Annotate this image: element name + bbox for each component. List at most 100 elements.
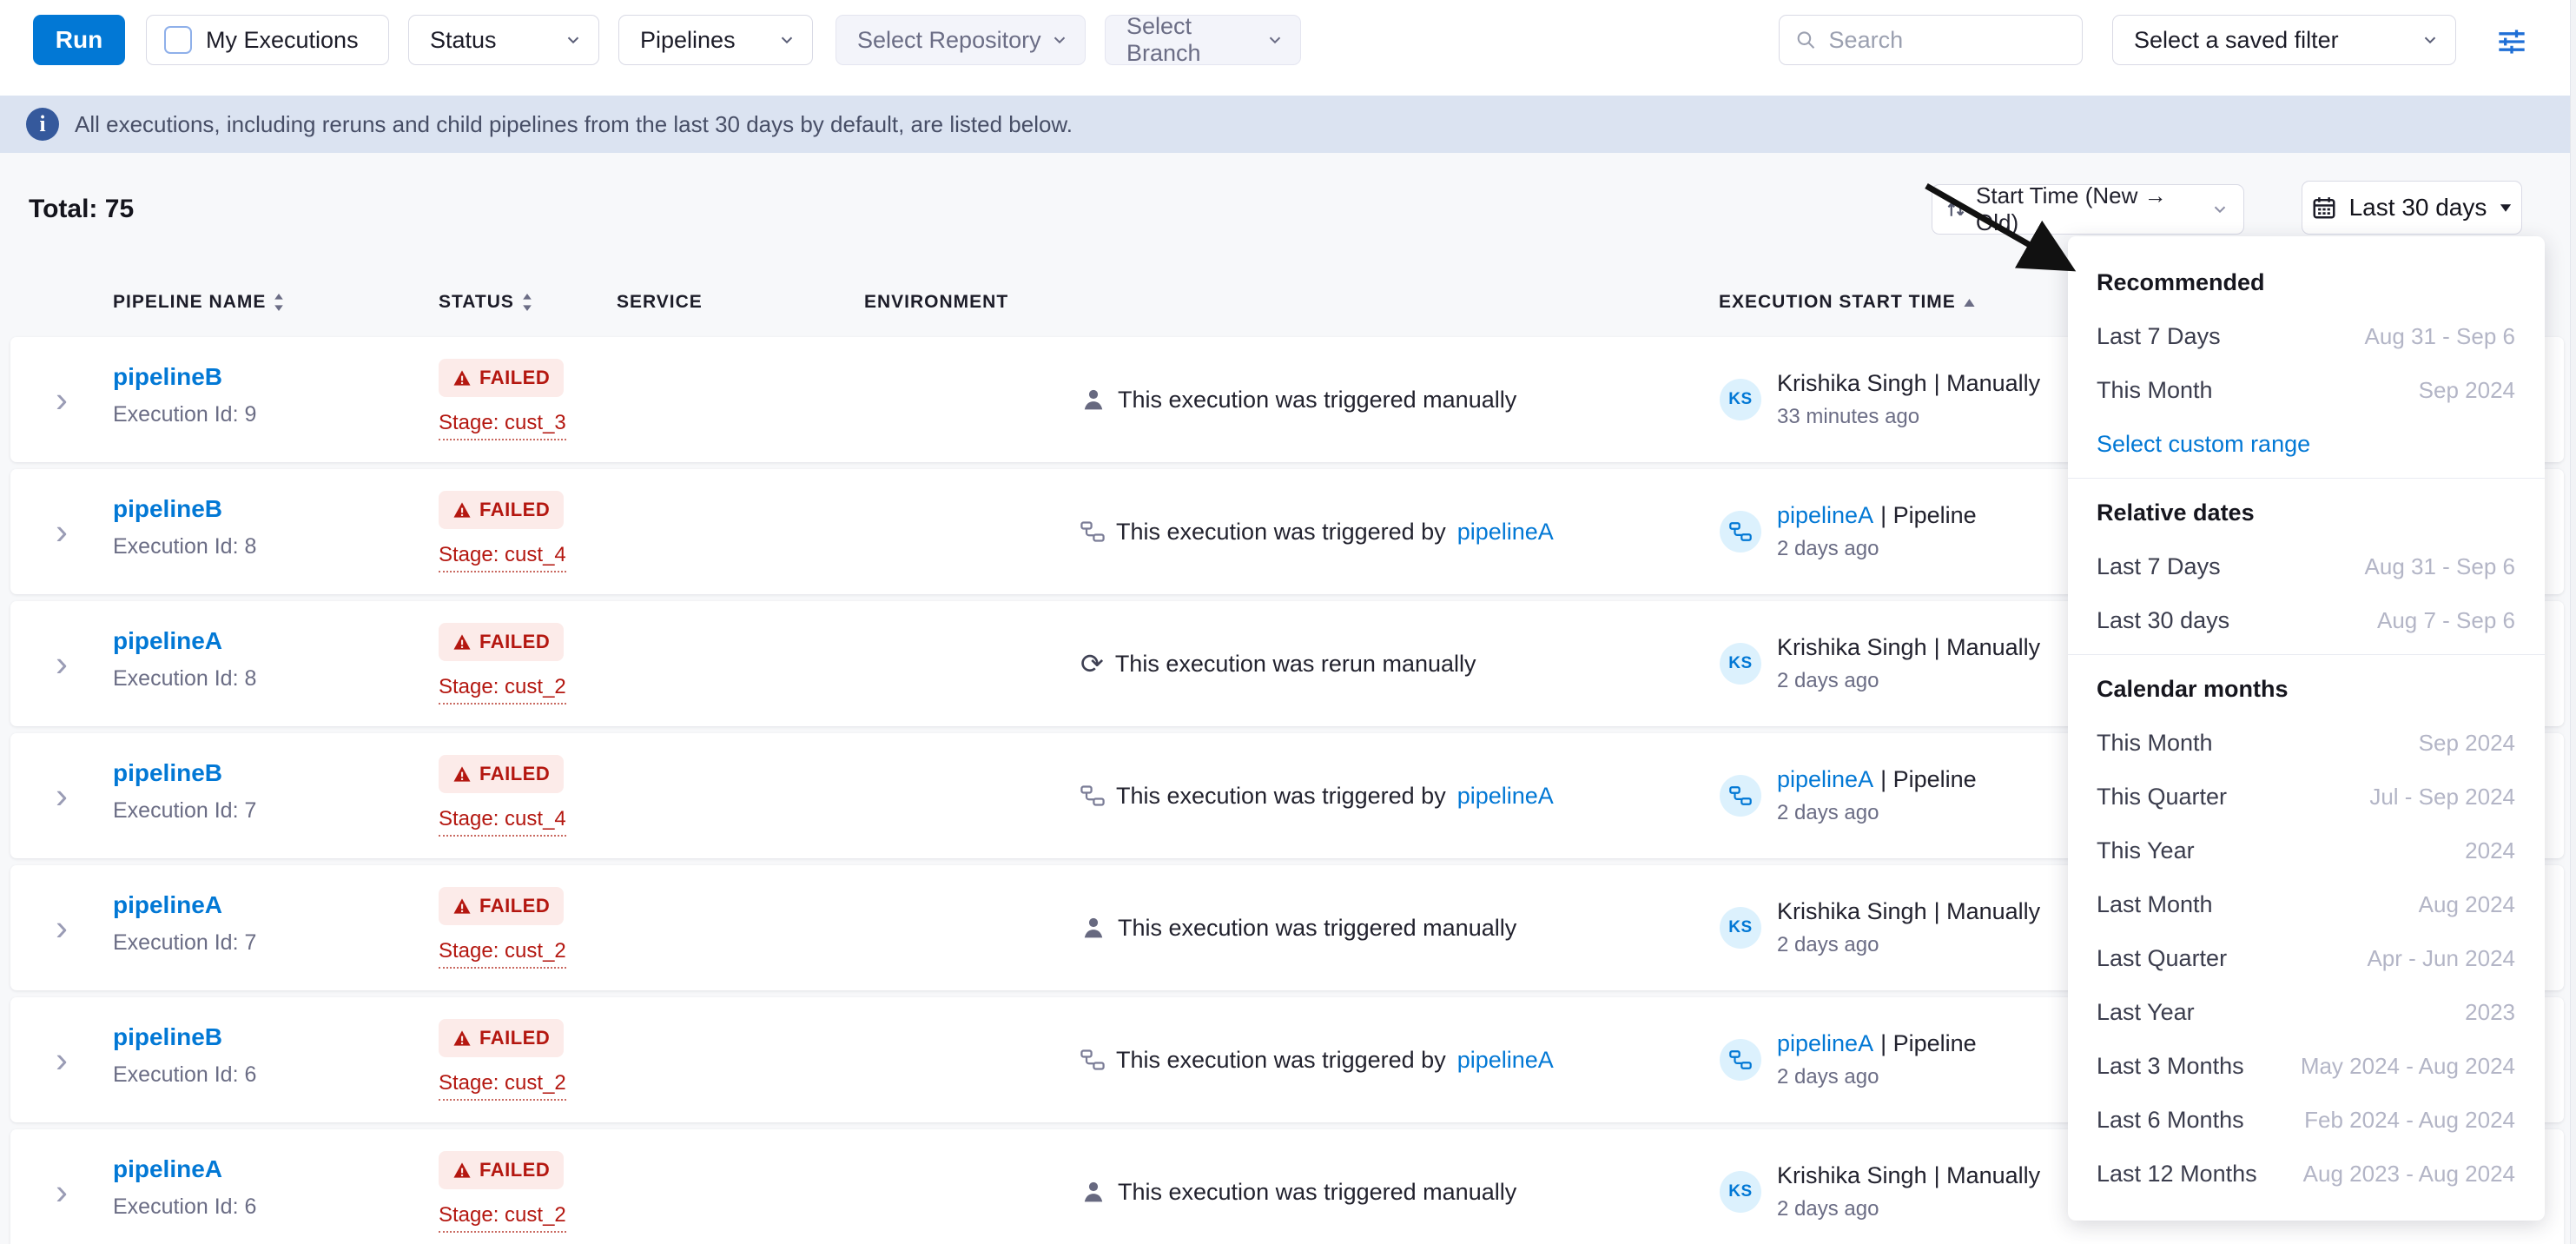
expand-chevron-icon[interactable]: › — [56, 381, 68, 418]
select-repository-dropdown[interactable]: Select Repository — [836, 15, 1086, 65]
date-menu-item[interactable]: Last 30 days Aug 7 - Sep 6 — [2068, 593, 2545, 647]
sort-dropdown[interactable]: Start Time (New → Old) — [1932, 184, 2244, 235]
pipeline-name-link[interactable]: pipelineA — [113, 1155, 222, 1182]
run-button[interactable]: Run — [33, 15, 125, 65]
date-menu-item[interactable]: Last 3 Months May 2024 - Aug 2024 — [2068, 1039, 2545, 1093]
trigger-cell: ⟳ This execution was triggered by pipeli… — [1080, 997, 1554, 1122]
warning-icon — [452, 897, 472, 915]
failed-stage-link[interactable]: Stage: cust_4 — [439, 807, 566, 837]
execution-id: Execution Id: 9 — [113, 402, 256, 427]
date-menu-item[interactable]: This Quarter Jul - Sep 2024 — [2068, 770, 2545, 824]
info-banner-text: All executions, including reruns and chi… — [75, 111, 1073, 138]
trigger-pipeline-link[interactable]: pipelineA — [1457, 1047, 1554, 1074]
starter-name-line: pipelineA | Pipeline — [1777, 1030, 1977, 1056]
failed-stage-link[interactable]: Stage: cust_3 — [439, 411, 566, 440]
select-branch-dropdown[interactable]: Select Branch — [1105, 15, 1301, 65]
trigger-cell: ⟳ This execution was triggered by pipeli… — [1080, 469, 1554, 594]
date-menu-item[interactable]: Select custom range — [2068, 417, 2545, 471]
start-time: 2 days ago — [1777, 1065, 1977, 1089]
filter-settings-button[interactable] — [2487, 19, 2536, 64]
trigger-cell: ⟳ This execution was triggered manually — [1080, 1129, 1516, 1244]
chevron-down-icon — [777, 30, 796, 50]
expand-chevron-icon[interactable]: › — [56, 910, 68, 946]
column-pipeline-name[interactable]: PIPELINE NAME — [113, 292, 285, 313]
pipeline-name-link[interactable]: pipelineA — [113, 627, 222, 654]
search-input[interactable] — [1829, 27, 2066, 54]
pipelines-filter-dropdown[interactable]: Pipelines — [618, 15, 813, 65]
start-time: 2 days ago — [1777, 801, 1977, 825]
date-menu-item[interactable]: Last 7 Days Aug 31 - Sep 6 — [2068, 309, 2545, 363]
date-range-label: Last 30 days — [2349, 194, 2487, 222]
date-menu-item-label: Last Quarter — [2097, 945, 2227, 972]
failed-stage-link[interactable]: Stage: cust_2 — [439, 675, 566, 705]
trigger-pipeline-link[interactable]: pipelineA — [1457, 783, 1554, 810]
status-cell: FAILED Stage: cust_2 — [439, 1019, 566, 1101]
failed-stage-link[interactable]: Stage: cust_4 — [439, 543, 566, 572]
my-executions-toggle[interactable]: My Executions — [146, 15, 389, 65]
expand-chevron-icon[interactable]: › — [56, 513, 68, 550]
date-menu-item[interactable]: Last Year 2023 — [2068, 985, 2545, 1039]
date-menu-section: Calendar months This Month Sep 2024 This… — [2068, 662, 2545, 1201]
date-menu-item[interactable]: This Year 2024 — [2068, 824, 2545, 877]
starter-pipeline-link[interactable]: pipelineA — [1777, 766, 1873, 792]
failed-stage-link[interactable]: Stage: cust_2 — [439, 1071, 566, 1101]
pipeline-avatar-icon — [1720, 775, 1761, 817]
search-box — [1779, 15, 2083, 65]
date-menu-item[interactable]: Last 7 Days Aug 31 - Sep 6 — [2068, 539, 2545, 593]
expand-chevron-icon[interactable]: › — [56, 1042, 68, 1078]
warning-icon — [452, 765, 472, 783]
pipeline-name-link[interactable]: pipelineA — [113, 891, 222, 918]
date-menu-item[interactable]: Last Quarter Apr - Jun 2024 — [2068, 931, 2545, 985]
date-menu-section-header: Relative dates — [2068, 486, 2545, 539]
trigger-cell: ⟳ This execution was triggered by pipeli… — [1080, 733, 1554, 858]
starter-pipeline-link[interactable]: pipelineA — [1777, 1030, 1873, 1056]
date-menu-item-label: This Year — [2097, 837, 2195, 864]
pipeline-name-link[interactable]: pipelineB — [113, 363, 222, 390]
chevron-down-icon — [564, 30, 583, 50]
failed-stage-link[interactable]: Stage: cust_2 — [439, 1203, 566, 1233]
execution-id: Execution Id: 7 — [113, 930, 256, 956]
status-filter-dropdown[interactable]: Status — [408, 15, 599, 65]
select-branch-label: Select Branch — [1126, 13, 1265, 67]
user-avatar: KS — [1720, 643, 1761, 685]
menu-divider — [2068, 654, 2545, 655]
saved-filter-dropdown[interactable]: Select a saved filter — [2112, 15, 2456, 65]
column-status[interactable]: STATUS — [439, 292, 533, 313]
trigger-pipeline-link[interactable]: pipelineA — [1457, 519, 1554, 546]
date-menu-item[interactable]: This Month Sep 2024 — [2068, 716, 2545, 770]
pipelines-filter-label: Pipelines — [640, 27, 736, 54]
select-repository-label: Select Repository — [857, 27, 1041, 54]
date-range-button[interactable]: Last 30 days — [2302, 181, 2522, 235]
pipeline-name-link[interactable]: pipelineB — [113, 759, 222, 786]
pipeline-name-link[interactable]: pipelineB — [113, 495, 222, 522]
pipeline-trigger-icon — [1080, 784, 1105, 808]
column-execution-start-time[interactable]: EXECUTION START TIME — [1719, 292, 1976, 313]
starter-pipeline-link[interactable]: pipelineA — [1777, 502, 1873, 528]
my-executions-checkbox[interactable] — [164, 26, 192, 54]
date-menu-item[interactable]: This Month Sep 2024 — [2068, 363, 2545, 417]
starter-name: Krishika Singh — [1777, 1162, 1927, 1188]
status-cell: FAILED Stage: cust_4 — [439, 491, 566, 572]
date-menu-item[interactable]: Last 12 Months Aug 2023 - Aug 2024 — [2068, 1147, 2545, 1201]
date-menu-section: Relative dates Last 7 Days Aug 31 - Sep … — [2068, 486, 2545, 655]
expand-chevron-icon[interactable]: › — [56, 778, 68, 814]
execution-start-cell: KS Krishika Singh| Manually 2 days ago — [1720, 898, 2040, 957]
failed-stage-link[interactable]: Stage: cust_2 — [439, 939, 566, 969]
execution-start-cell: KS Krishika Singh| Manually 2 days ago — [1720, 1162, 2040, 1221]
column-label: SERVICE — [617, 292, 703, 313]
date-menu-item[interactable]: Last Month Aug 2024 — [2068, 877, 2545, 931]
date-menu-item-range: Aug 7 - Sep 6 — [2377, 607, 2515, 634]
execution-start-cell: pipelineA| Pipeline 2 days ago — [1720, 502, 1977, 561]
expand-chevron-icon[interactable]: › — [56, 645, 68, 682]
status-label: FAILED — [479, 763, 550, 785]
info-icon: i — [26, 108, 59, 141]
saved-filter-label: Select a saved filter — [2134, 27, 2339, 54]
date-menu-item-label: This Month — [2097, 730, 2213, 757]
expand-chevron-icon[interactable]: › — [56, 1174, 68, 1210]
filter-sliders-icon — [2493, 23, 2531, 61]
user-avatar: KS — [1720, 379, 1761, 420]
pipeline-name-link[interactable]: pipelineB — [113, 1023, 222, 1050]
starter-type: | Pipeline — [1880, 1030, 1977, 1056]
date-menu-item[interactable]: Last 6 Months Feb 2024 - Aug 2024 — [2068, 1093, 2545, 1147]
status-label: FAILED — [479, 499, 550, 521]
